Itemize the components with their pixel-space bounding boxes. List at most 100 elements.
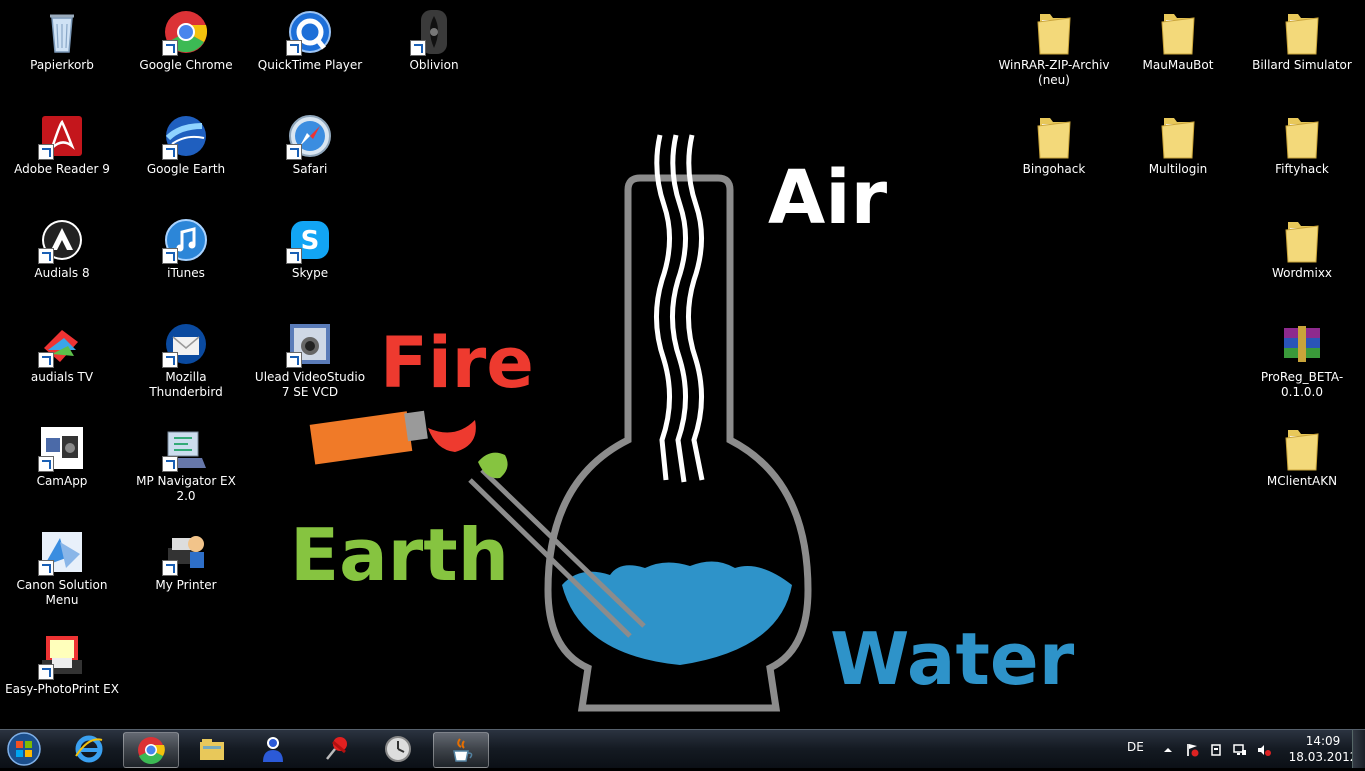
desktop-icon[interactable]: WinRAR-ZIP-Archiv (neu) xyxy=(994,2,1114,98)
desktop-icon[interactable]: audials TV xyxy=(2,314,122,410)
folder-icon xyxy=(1278,112,1326,160)
clock-date[interactable]: 18.03.2012 xyxy=(1285,750,1361,764)
shortcut-arrow-icon xyxy=(162,456,178,472)
chrome-icon xyxy=(138,737,165,764)
desktop-icon-label: WinRAR-ZIP-Archiv (neu) xyxy=(998,58,1110,87)
oblivion-icon xyxy=(410,8,458,56)
desktop-icon[interactable]: Multilogin xyxy=(1118,106,1238,202)
java-icon xyxy=(453,738,473,762)
desktop-icon[interactable]: Canon Solution Menu xyxy=(2,522,122,618)
desktop-icon[interactable]: Google Earth xyxy=(126,106,246,202)
desktop-icon-label: MClientAKN xyxy=(1266,474,1338,488)
word-water: Water xyxy=(830,617,1075,701)
desktop-icon-label: Adobe Reader 9 xyxy=(14,162,110,176)
desktop-icon-label: Oblivion xyxy=(409,58,459,72)
desktop-icon[interactable]: Bingohack xyxy=(994,106,1114,202)
start-button[interactable] xyxy=(4,731,44,767)
itunes-icon xyxy=(162,216,210,264)
desktop-icon[interactable]: ProReg_BETA-0.1.0.0 xyxy=(1242,314,1362,410)
camapp-icon xyxy=(38,424,86,472)
desktop-icon-label: My Printer xyxy=(155,578,217,592)
taskbar-button-explorer-folder[interactable] xyxy=(185,732,239,766)
svg-text:S: S xyxy=(301,226,320,256)
desktop-icon[interactable]: Fiftyhack xyxy=(1242,106,1362,202)
action-center-icon[interactable] xyxy=(1185,742,1199,757)
desktop-icon[interactable]: MP Navigator EX 2.0 xyxy=(126,418,246,514)
desktop-icon[interactable]: Ulead VideoStudio 7 SE VCD xyxy=(250,314,370,410)
desktop-icon[interactable]: Papierkorb xyxy=(2,2,122,98)
desktop-icon-label: MauMauBot xyxy=(1142,58,1214,72)
desktop-icon-label: iTunes xyxy=(167,266,205,280)
show-desktop-button[interactable] xyxy=(1352,730,1365,768)
network-icon[interactable] xyxy=(1233,742,1247,756)
taskbar-button-clock[interactable] xyxy=(371,732,425,766)
shortcut-arrow-icon xyxy=(38,248,54,264)
smoke-line xyxy=(686,134,705,481)
desktop-icon-label: Multilogin xyxy=(1148,162,1208,176)
folder-icon xyxy=(1154,112,1202,160)
canon-solution-menu-icon xyxy=(38,528,86,576)
shortcut-arrow-icon xyxy=(38,144,54,160)
skype-icon: S xyxy=(286,216,334,264)
show-hidden-icons-icon[interactable] xyxy=(1161,742,1175,756)
clock-time[interactable]: 14:09 xyxy=(1299,734,1347,748)
volume-muted-icon[interactable] xyxy=(1257,742,1271,756)
desktop-icon[interactable]: MauMauBot xyxy=(1118,2,1238,98)
taskbar-button-pushpin[interactable] xyxy=(309,732,363,766)
winrar-archive-icon xyxy=(1278,320,1326,368)
windows-start-icon xyxy=(7,732,41,766)
quicktime-icon xyxy=(286,8,334,56)
word-earth: Earth xyxy=(290,513,509,597)
desktop-icon[interactable]: Easy-PhotoPrint EX xyxy=(2,626,122,722)
desktop[interactable]: Air Fire Earth Water Papierkorb Google Ch… xyxy=(0,0,1365,729)
taskbar-button-java[interactable] xyxy=(433,732,489,768)
bowl-herb xyxy=(478,452,508,479)
mp-navigator-icon xyxy=(162,424,210,472)
taskbar-button-internet-explorer[interactable] xyxy=(62,732,116,766)
audials-tv-icon xyxy=(38,320,86,368)
shortcut-arrow-icon xyxy=(286,144,302,160)
desktop-icon-label: Audials 8 xyxy=(34,266,90,280)
desktop-icon[interactable]: Google Chrome xyxy=(126,2,246,98)
language-indicator[interactable]: DE xyxy=(1127,740,1144,754)
desktop-icon-label: Easy-PhotoPrint EX xyxy=(5,682,119,696)
smoke-line xyxy=(670,134,689,483)
desktop-icon[interactable]: CamApp xyxy=(2,418,122,514)
internet-explorer-icon xyxy=(75,735,103,763)
shortcut-arrow-icon xyxy=(162,40,178,56)
chrome-icon xyxy=(162,8,210,56)
desktop-icon[interactable]: S Skype xyxy=(250,210,370,306)
adobe-reader-icon xyxy=(38,112,86,160)
desktop-icon[interactable]: Safari xyxy=(250,106,370,202)
desktop-icon[interactable]: Oblivion xyxy=(374,2,494,98)
desktop-icon-label: Skype xyxy=(291,266,329,280)
desktop-icon[interactable]: Wordmixx xyxy=(1242,210,1362,306)
lighter xyxy=(309,411,413,465)
taskbar-button-chrome[interactable] xyxy=(123,732,179,768)
shortcut-arrow-icon xyxy=(38,560,54,576)
desktop-icon-label: Canon Solution Menu xyxy=(16,578,108,607)
shortcut-arrow-icon xyxy=(410,40,426,56)
shortcut-arrow-icon xyxy=(162,560,178,576)
desktop-icon[interactable]: Mozilla Thunderbird xyxy=(126,314,246,410)
desktop-icon[interactable]: Adobe Reader 9 xyxy=(2,106,122,202)
desktop-icon-label: CamApp xyxy=(36,474,88,488)
desktop-icon[interactable]: QuickTime Player xyxy=(250,2,370,98)
safely-remove-hardware-icon[interactable] xyxy=(1209,742,1223,756)
shortcut-arrow-icon xyxy=(38,352,54,368)
clock-icon xyxy=(385,736,411,762)
desktop-icon-label: Bingohack xyxy=(1022,162,1086,176)
folder-icon xyxy=(1030,8,1078,56)
word-air: Air xyxy=(768,155,888,241)
videostudio-icon xyxy=(286,320,334,368)
desktop-icon[interactable]: Billard Simulator xyxy=(1242,2,1362,98)
desktop-icon-label: Fiftyhack xyxy=(1275,162,1329,176)
taskbar-button-messenger[interactable] xyxy=(246,732,300,766)
taskbar: DE 14:09 18.03.2012 xyxy=(0,729,1365,768)
safari-icon xyxy=(286,112,334,160)
desktop-icon[interactable]: My Printer xyxy=(126,522,246,618)
desktop-icon[interactable]: Audials 8 xyxy=(2,210,122,306)
lighter-flame xyxy=(428,420,476,452)
desktop-icon[interactable]: iTunes xyxy=(126,210,246,306)
desktop-icon[interactable]: MClientAKN xyxy=(1242,418,1362,514)
